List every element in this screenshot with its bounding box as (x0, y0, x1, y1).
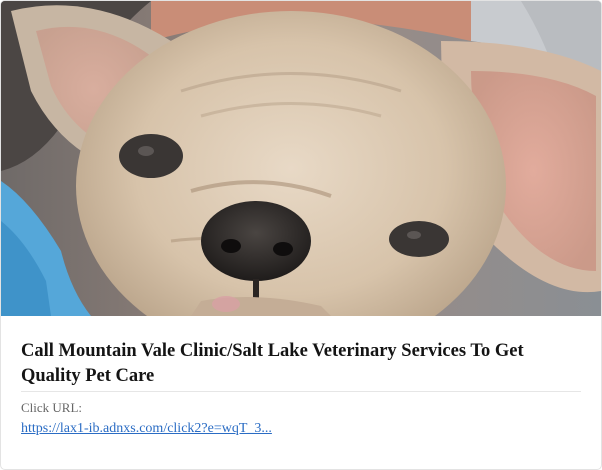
click-url-label: Click URL: (21, 400, 83, 415)
click-url-link[interactable]: https://lax1-ib.adnxs.com/click2?e=wqT_3… (21, 420, 272, 438)
french-bulldog-photo (1, 1, 601, 316)
ad-image[interactable] (1, 1, 601, 316)
ad-title[interactable]: Call Mountain Vale Clinic/Salt Lake Vete… (21, 339, 581, 392)
ad-card[interactable]: Call Mountain Vale Clinic/Salt Lake Vete… (0, 0, 602, 470)
ad-content: Call Mountain Vale Clinic/Salt Lake Vete… (21, 339, 581, 438)
